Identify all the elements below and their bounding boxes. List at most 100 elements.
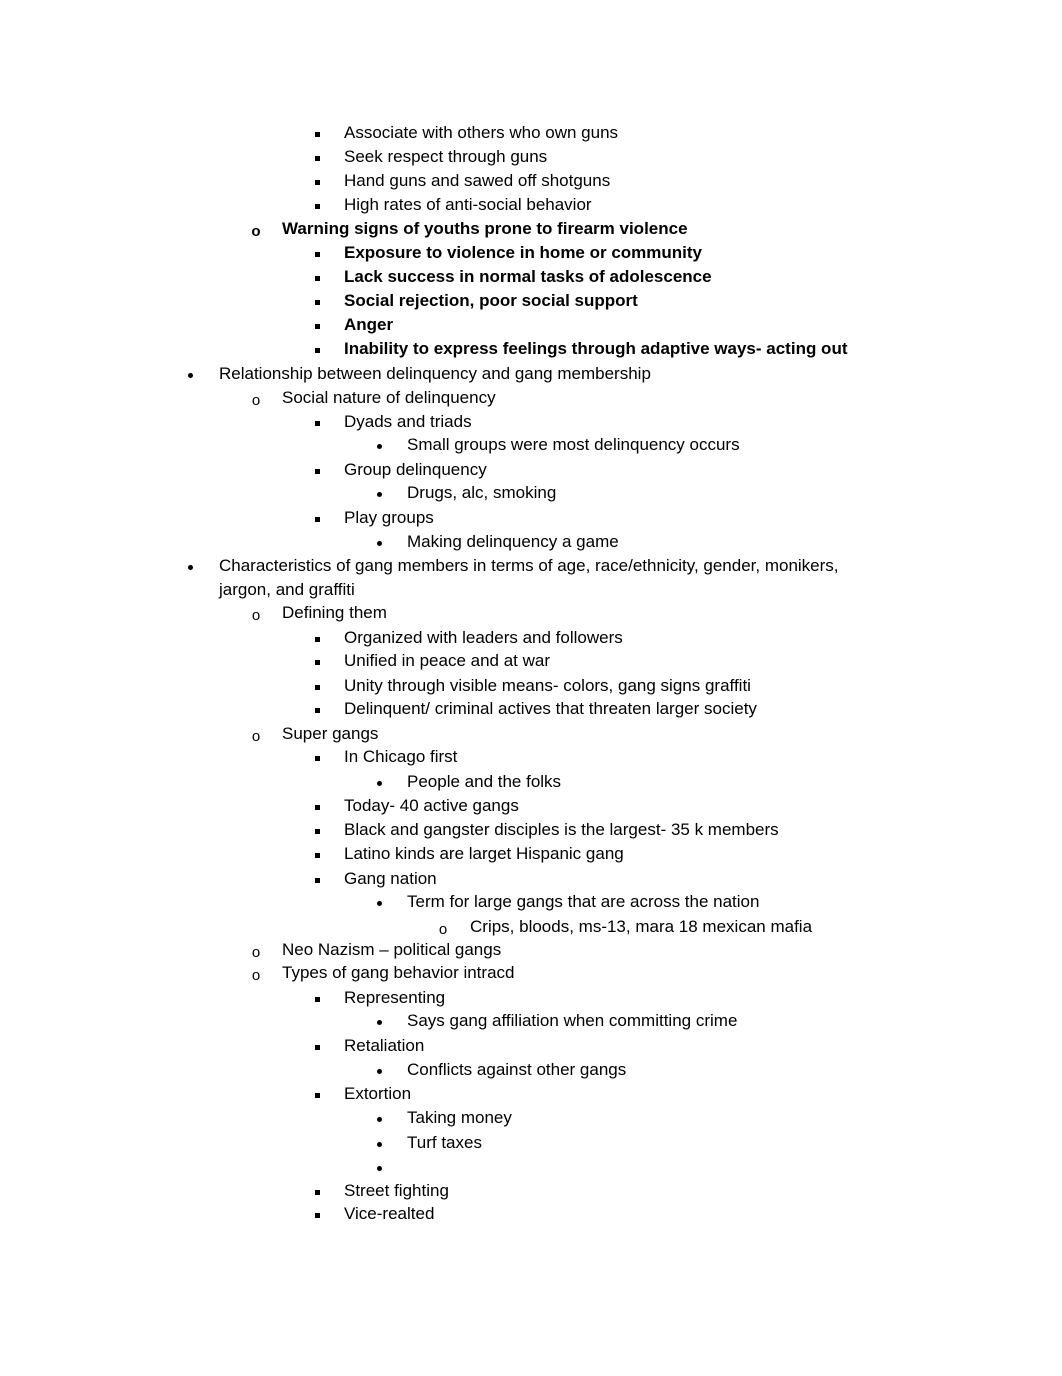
- dot-bullet-icon-shape: [376, 492, 382, 497]
- dot-bullet-icon-shape: [376, 1142, 382, 1147]
- square-bullet-icon-shape: [314, 156, 320, 161]
- outline-item-text: Street fighting: [344, 1181, 449, 1200]
- outline-item-text: Group delinquency: [344, 460, 487, 479]
- square-bullet-icon-shape: [314, 685, 320, 690]
- square-bullet-icon: [310, 289, 324, 313]
- dot-bullet-icon: [372, 1155, 386, 1179]
- square-bullet-icon-shape: [314, 421, 320, 426]
- dot-bullet-icon: [372, 1131, 386, 1155]
- outline-item-text: Crips, bloods, ms-13, mara 18 mexican ma…: [470, 917, 813, 936]
- square-bullet-icon-shape: [314, 300, 320, 305]
- square-bullet-icon: [310, 1202, 324, 1226]
- dot-bullet-icon: [372, 1058, 386, 1082]
- square-bullet-icon-shape: [314, 660, 320, 665]
- outline-item-text: Drugs, alc, smoking: [407, 483, 557, 502]
- square-bullet-icon-shape: [314, 637, 320, 642]
- square-bullet-icon: [310, 193, 324, 217]
- square-bullet-icon: [310, 313, 324, 337]
- dot-bullet-icon-shape: [376, 444, 382, 449]
- circle-bullet-icon: o: [249, 722, 263, 746]
- outline-item-text: Retaliation: [344, 1036, 425, 1055]
- dot-bullet-icon: [183, 362, 197, 386]
- document-page: Associate with others who own guns Seek r…: [0, 0, 1062, 1376]
- square-bullet-icon: [310, 842, 324, 866]
- outline-item-text: Black and gangster disciples is the larg…: [344, 820, 779, 839]
- outline-item-text: Neo Nazism – political gangs: [282, 940, 502, 959]
- outline-item-text: Associate with others who own guns: [344, 123, 619, 142]
- square-bullet-icon: [310, 745, 324, 769]
- outline-item-text: Social nature of delinquency: [282, 388, 496, 407]
- square-bullet-icon-shape: [314, 324, 320, 329]
- dot-bullet-icon: [372, 433, 386, 457]
- outline-item-text: Exposure to violence in home or communit…: [344, 243, 703, 262]
- dot-bullet-icon-shape: [187, 373, 193, 378]
- outline-item-text: Types of gang behavior intracd: [282, 963, 515, 982]
- outline-item-text: jargon, and graffiti: [219, 580, 355, 599]
- circle-bullet-icon-glyph: o: [251, 391, 261, 409]
- outline-item-text: Turf taxes: [407, 1133, 482, 1152]
- dot-bullet-icon: [372, 890, 386, 914]
- outline-item-text: Extortion: [344, 1084, 412, 1103]
- square-bullet-icon-shape: [314, 878, 320, 883]
- square-bullet-icon-shape: [314, 469, 320, 474]
- square-bullet-icon: [310, 1082, 324, 1106]
- outline-item-text: People and the folks: [407, 772, 562, 791]
- outline-item-text: Term for large gangs that are across the…: [407, 892, 760, 911]
- outline-item-text: Today- 40 active gangs: [344, 796, 519, 815]
- dot-bullet-icon: [183, 554, 197, 578]
- square-bullet-icon-shape: [314, 204, 320, 209]
- square-bullet-icon-shape: [314, 276, 320, 281]
- dot-bullet-icon-shape: [376, 541, 382, 546]
- dot-bullet-icon: [372, 530, 386, 554]
- outline-item-text: Gang nation: [344, 869, 437, 888]
- outline-item-text: Defining them: [282, 603, 387, 622]
- circle-bullet-icon-glyph: o: [251, 966, 261, 984]
- circle-bullet-icon-glyph: o: [251, 727, 261, 745]
- square-bullet-icon: [310, 649, 324, 673]
- square-bullet-icon: [310, 626, 324, 650]
- square-bullet-icon-shape: [314, 348, 320, 353]
- square-bullet-icon-shape: [314, 853, 320, 858]
- outline-item-text: High rates of anti-social behavior: [344, 195, 592, 214]
- outline-item-text: Hand guns and sawed off shotguns: [344, 171, 611, 190]
- square-bullet-icon: [310, 410, 324, 434]
- square-bullet-icon-shape: [314, 708, 320, 713]
- square-bullet-icon: [310, 697, 324, 721]
- outline-item-text: Delinquent/ criminal actives that threat…: [344, 699, 757, 718]
- square-bullet-icon: [310, 674, 324, 698]
- square-bullet-icon: [310, 241, 324, 265]
- square-bullet-icon-shape: [314, 756, 320, 761]
- circle-bullet-icon: o: [249, 601, 263, 625]
- outline-item-text: In Chicago first: [344, 747, 458, 766]
- outline-item-text: Super gangs: [282, 724, 379, 743]
- square-bullet-icon: [310, 867, 324, 891]
- square-bullet-icon-shape: [314, 252, 320, 257]
- outline-item-text: Organized with leaders and followers: [344, 628, 623, 647]
- outline-item-text: Taking money: [407, 1108, 512, 1127]
- square-bullet-icon-shape: [314, 180, 320, 185]
- dot-bullet-icon-shape: [376, 1069, 382, 1074]
- outline-item-text: Relationship between delinquency and gan…: [219, 364, 651, 383]
- circle-bullet-icon: o: [249, 938, 263, 962]
- outline-item-text: Dyads and triads: [344, 412, 472, 431]
- dot-bullet-icon: [372, 1106, 386, 1130]
- square-bullet-icon: [310, 169, 324, 193]
- circle-bullet-icon: o: [249, 386, 263, 410]
- outline-item-text: Play groups: [344, 508, 434, 527]
- outline-item-text: Small groups were most delinquency occur…: [407, 435, 740, 454]
- square-bullet-icon: [310, 337, 324, 361]
- square-bullet-icon-shape: [314, 132, 320, 137]
- outline-item-text: Vice-realted: [344, 1204, 435, 1223]
- square-bullet-icon-shape: [314, 1213, 320, 1218]
- square-bullet-icon-shape: [314, 997, 320, 1002]
- dot-bullet-icon-shape: [376, 1117, 382, 1122]
- dot-bullet-icon-shape: [376, 901, 382, 906]
- outline-item-text: Warning signs of youths prone to firearm…: [282, 219, 688, 238]
- dot-bullet-icon: [372, 481, 386, 505]
- dot-bullet-icon-shape: [376, 781, 382, 786]
- square-bullet-icon-shape: [314, 1045, 320, 1050]
- square-bullet-icon: [310, 265, 324, 289]
- square-bullet-icon-shape: [314, 517, 320, 522]
- square-bullet-icon: [310, 145, 324, 169]
- square-bullet-icon: [310, 818, 324, 842]
